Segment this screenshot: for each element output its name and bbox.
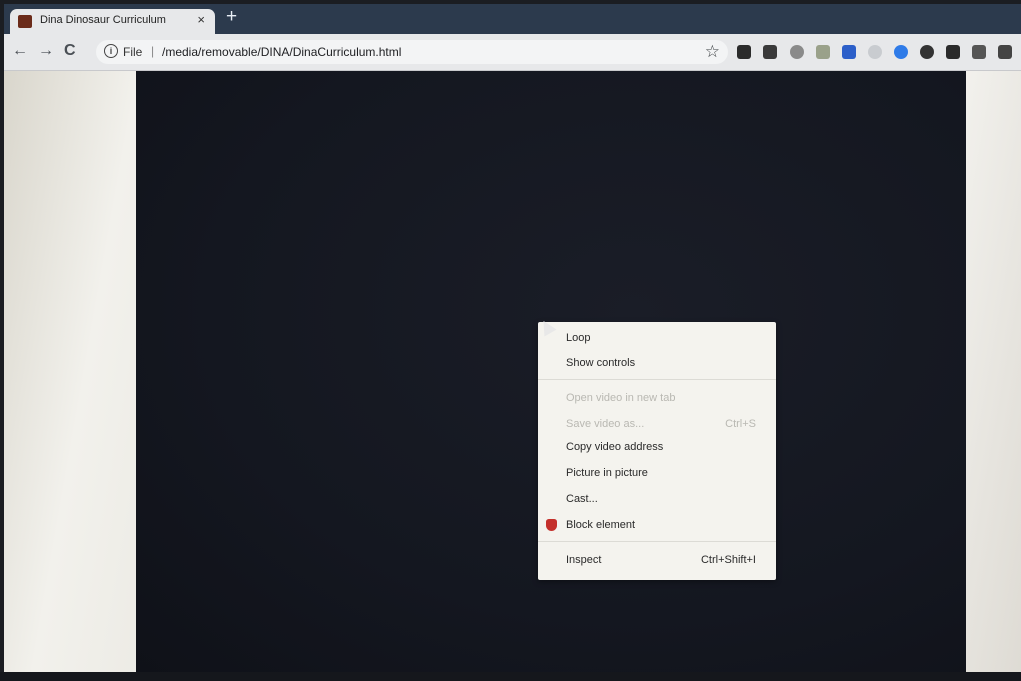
url-scheme-label: File — [123, 45, 143, 59]
menu-item-cast[interactable]: Cast... — [538, 489, 776, 511]
menu-item-shortcut: Ctrl+S — [725, 418, 756, 430]
menu-item-picture-in-picture[interactable]: Picture in picture — [538, 463, 776, 485]
menu-item-show-controls[interactable]: Show controls — [538, 353, 776, 375]
ext-6-icon[interactable] — [868, 45, 882, 59]
menu-item-label: Picture in picture — [566, 467, 648, 479]
url-path[interactable]: /media/removable/DINA/DinaCurriculum.htm… — [162, 45, 401, 59]
ext-3-icon[interactable] — [790, 45, 804, 59]
menu-item-label: Show controls — [566, 357, 636, 369]
context-menu: Loop Show controls Open video in new tab Sa… — [538, 322, 776, 580]
menu-separator — [538, 379, 776, 380]
tab-dina-curriculum[interactable]: Dina Dinosaur Curriculum × — [10, 9, 215, 34]
ext-11-icon[interactable] — [998, 45, 1012, 59]
menu-item-label: Inspect — [566, 554, 602, 566]
new-tab-button[interactable]: + — [226, 6, 237, 28]
bookmark-star-icon[interactable]: ☆ — [705, 42, 720, 62]
menu-item-label: Cast... — [566, 493, 598, 505]
menu-item-loop[interactable]: Loop — [538, 328, 776, 350]
tab-close-icon[interactable]: × — [197, 12, 205, 27]
menu-item-label: Open video in new tab — [566, 392, 676, 404]
back-button[interactable]: ← — [12, 42, 28, 60]
info-icon[interactable]: i — [104, 44, 118, 58]
menu-item-open-video-new-tab: Open video in new tab — [538, 388, 776, 410]
favicon-icon — [18, 15, 32, 28]
page-content — [4, 71, 1021, 672]
ext-9-icon[interactable] — [946, 45, 960, 59]
menu-item-save-video-as: Save video as... Ctrl+S — [538, 414, 776, 436]
ext-10-icon[interactable] — [972, 45, 986, 59]
reload-button[interactable]: C — [64, 42, 76, 60]
menu-item-label: Loop — [566, 332, 591, 344]
forward-button[interactable]: → — [38, 42, 54, 60]
ext-1-icon[interactable] — [737, 45, 751, 59]
ext-8-icon[interactable] — [920, 45, 934, 59]
toolbar: ← → C i File | /media/removable/DINA/Din… — [4, 34, 1021, 71]
url-separator: | — [151, 44, 155, 58]
browser-window: Dina Dinosaur Curriculum × + ← → C i Fil… — [4, 4, 1021, 672]
ublock-icon — [546, 519, 557, 531]
menu-item-block-element[interactable]: Block element — [538, 515, 776, 537]
menu-item-label: Block element — [566, 519, 636, 531]
address-bar[interactable]: i File | /media/removable/DINA/DinaCurri… — [96, 40, 728, 64]
ext-4-icon[interactable] — [816, 45, 830, 59]
tab-strip: Dina Dinosaur Curriculum × + — [4, 4, 1021, 34]
ext-7-icon[interactable] — [894, 45, 908, 59]
screen-bezel — [0, 672, 1021, 681]
menu-separator — [538, 541, 776, 542]
ext-5-icon[interactable] — [842, 45, 856, 59]
menu-item-label: Copy video address — [566, 441, 664, 453]
menu-item-shortcut: Ctrl+Shift+I — [700, 554, 756, 566]
menu-item-label: Save video as... — [566, 418, 645, 430]
menu-item-inspect[interactable]: Inspect Ctrl+Shift+I — [538, 550, 776, 572]
tab-title: Dina Dinosaur Curriculum — [40, 14, 166, 26]
menu-item-copy-video-address[interactable]: Copy video address — [538, 437, 776, 459]
ext-2-icon[interactable] — [763, 45, 777, 59]
